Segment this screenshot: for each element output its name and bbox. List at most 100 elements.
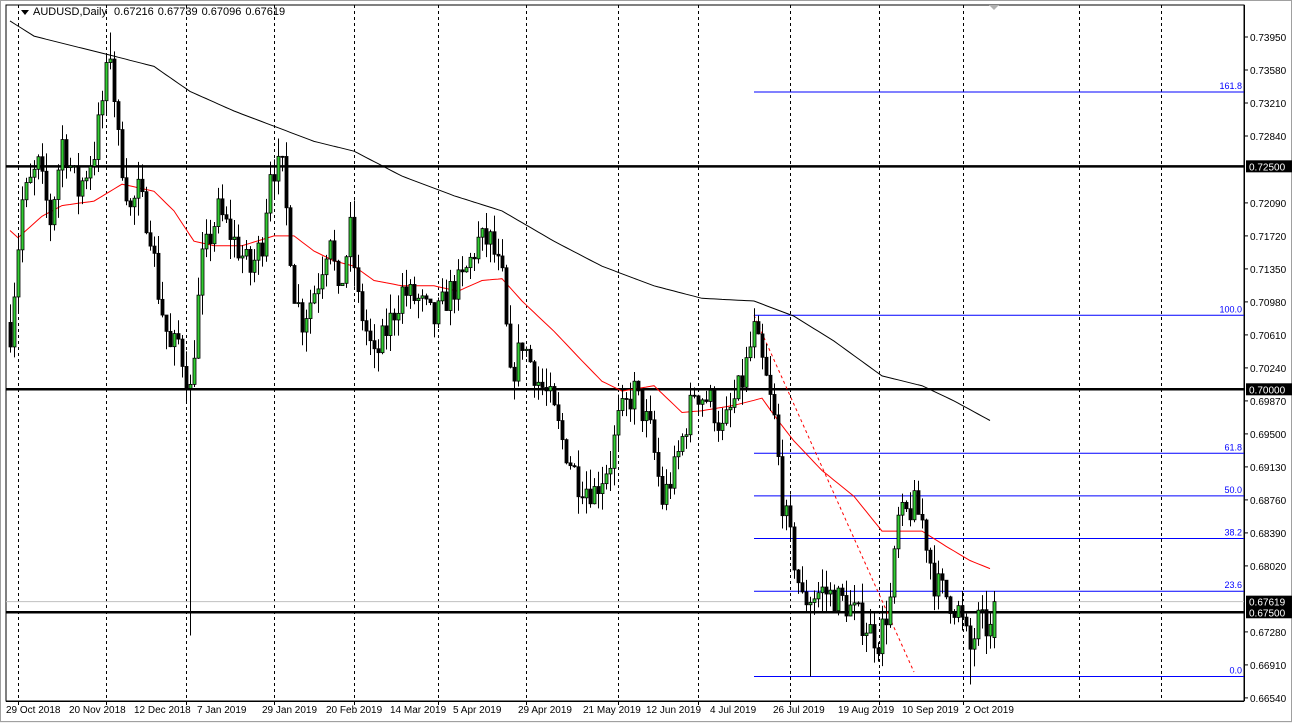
bullish-candle [893, 546, 896, 604]
candle-body [601, 484, 604, 494]
candle-body [869, 625, 872, 634]
dropdown-triangle-icon[interactable] [21, 10, 29, 15]
fib-level-label: 38.2 [1224, 528, 1242, 538]
candle-body [889, 597, 892, 625]
candle-body [253, 260, 256, 272]
price-axis[interactable]: 0.739500.735800.732100.728400.720900.717… [1244, 5, 1292, 705]
candle-body [609, 468, 612, 474]
candle-body [409, 284, 412, 295]
candle-body [761, 334, 764, 357]
candle-body [261, 243, 264, 256]
candle-body [753, 322, 756, 347]
candle-body [57, 170, 60, 199]
candle-body [985, 610, 988, 636]
candle-body [53, 200, 56, 225]
candle-body [845, 595, 848, 616]
candle-body [721, 423, 724, 430]
candle-body [385, 326, 388, 336]
price-tick-label: 0.72090 [1250, 199, 1287, 210]
candle-body [473, 257, 476, 259]
grid-lines [6, 5, 1244, 701]
candle-body [293, 266, 296, 304]
candle-body [153, 246, 156, 253]
bearish-candle [565, 438, 568, 464]
candle-body [165, 315, 168, 331]
candle-body [961, 606, 964, 617]
candle-body [397, 313, 400, 320]
candle-body [965, 617, 968, 626]
candle-body [105, 63, 108, 101]
candle-body [305, 319, 308, 332]
candle-body [545, 387, 548, 390]
candle-body [569, 463, 572, 466]
candle-body [537, 382, 540, 385]
symbol-label: AUDUSD,Daily [33, 6, 107, 18]
candle-body [113, 59, 116, 102]
candle-body [585, 489, 588, 498]
date-label: 29 Jan 2019 [262, 705, 317, 716]
candle-body [749, 347, 752, 358]
fib-level-label: 61.8 [1224, 442, 1242, 452]
candle-body [669, 484, 672, 488]
candle-body [801, 583, 804, 592]
candle-body [921, 514, 924, 520]
candle-body [313, 294, 316, 303]
candle-body [893, 549, 896, 597]
price-tick-label: 0.68020 [1250, 562, 1287, 573]
level-price-tag: 0.72500 [1249, 162, 1286, 173]
candle-body [865, 633, 868, 636]
date-label: 2 Oct 2019 [965, 705, 1014, 716]
candle-body [597, 487, 600, 494]
candle-body [77, 166, 80, 196]
candle-body [429, 299, 432, 303]
date-label: 29 Oct 2018 [6, 705, 61, 716]
candle-body [329, 241, 332, 259]
candle-body [713, 390, 716, 423]
candle-body [673, 457, 676, 488]
candle-body [25, 183, 28, 200]
fib-level-label: 161.8 [1219, 81, 1242, 91]
candle-body [821, 587, 824, 593]
candle-body [681, 436, 684, 451]
candle-body [501, 256, 504, 268]
candle-body [553, 386, 556, 404]
candle-body [117, 102, 120, 130]
level-price-tag: 0.67500 [1249, 608, 1286, 619]
candle-body [617, 411, 620, 435]
candle-body [849, 605, 852, 616]
price-chart[interactable]: 161.8100.061.850.038.223.60.0 0.739500.7… [1, 1, 1292, 723]
candle-body [221, 199, 224, 215]
candle-body [873, 625, 876, 648]
date-label: 12 Jun 2019 [646, 705, 701, 716]
candle-body [29, 177, 32, 182]
candle-body [557, 405, 560, 421]
candle-body [97, 115, 100, 160]
price-tick-label: 0.69500 [1250, 430, 1287, 441]
candle-body [781, 457, 784, 516]
candle-body [169, 331, 172, 346]
chart-window[interactable]: 161.8100.061.850.038.223.60.0 0.739500.7… [0, 0, 1292, 722]
candle-body [281, 156, 284, 157]
date-label: 10 Sep 2019 [902, 705, 959, 716]
candle-body [909, 509, 912, 520]
candle-body [33, 169, 36, 177]
bullish-candle [345, 255, 348, 288]
candle-body [381, 326, 384, 353]
candle-body [841, 588, 844, 595]
candle-body [897, 515, 900, 549]
price-tick-label: 0.73210 [1250, 99, 1287, 110]
candle-body [257, 243, 260, 260]
bullish-candle [737, 375, 740, 401]
candle-body [421, 296, 424, 298]
candle-body [185, 366, 188, 388]
candle-body [625, 398, 628, 399]
candle-body [877, 648, 880, 654]
candle-body [745, 358, 748, 388]
price-tick-label: 0.68390 [1250, 529, 1287, 540]
bearish-candle [289, 205, 292, 267]
candle-body [73, 166, 76, 167]
candle-body [393, 313, 396, 320]
candle-body [217, 199, 220, 227]
candle-body [289, 208, 292, 266]
candle-body [469, 257, 472, 267]
